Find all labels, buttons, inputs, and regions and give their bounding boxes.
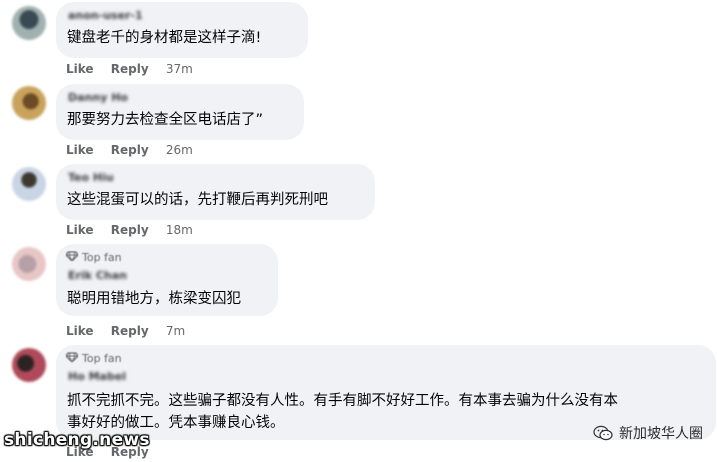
reply-button[interactable]: Reply — [111, 62, 149, 76]
comment-actions: Like Reply 7m — [66, 324, 198, 338]
top-fan-badge: Top fan — [65, 251, 122, 264]
comment-bubble: Top fan Erik Chan 聪明用错地方，栋梁变囚犯 — [56, 244, 278, 316]
comment-author[interactable]: anon-user-1 — [68, 9, 143, 22]
avatar[interactable] — [12, 167, 46, 201]
badge-label: Top fan — [82, 352, 122, 365]
avatar[interactable] — [12, 6, 46, 40]
comment-actions: Like Reply 37m — [66, 62, 206, 76]
like-button[interactable]: Like — [66, 324, 94, 338]
top-fan-badge: Top fan — [65, 352, 122, 365]
comment-actions: Like Reply 26m — [66, 143, 206, 157]
comment-text: 聪明用错地方，栋梁变囚犯 — [67, 291, 241, 307]
comments-page: anon-user-1 键盘老千的身材都是这样子滴! Like Reply 37… — [0, 0, 717, 462]
avatar[interactable] — [12, 348, 46, 382]
comment-author[interactable]: Danny Ho — [68, 91, 128, 104]
reply-button[interactable]: Reply — [111, 223, 149, 237]
comment-text: 这些混蛋可以的话，先打鞭后再判死刑吧 — [67, 192, 328, 208]
comment-timestamp[interactable]: 26m — [166, 143, 193, 157]
diamond-icon — [65, 352, 79, 365]
diamond-icon — [65, 251, 79, 264]
like-button[interactable]: Like — [66, 223, 94, 237]
comment-timestamp[interactable]: 7m — [166, 324, 185, 338]
like-button[interactable]: Like — [66, 62, 94, 76]
comment-bubble: Teo Hiu 这些混蛋可以的话，先打鞭后再判死刑吧 — [56, 164, 375, 220]
comment-timestamp[interactable]: 37m — [166, 62, 193, 76]
comment-text: 键盘老千的身材都是这样子滴! — [67, 30, 262, 46]
comment-timestamp[interactable]: 18m — [166, 223, 193, 237]
reply-button[interactable]: Reply — [111, 143, 149, 157]
badge-label: Top fan — [82, 251, 122, 264]
avatar[interactable] — [12, 247, 46, 281]
site-watermark: shicheng.news — [4, 430, 150, 450]
wechat-icon — [593, 425, 613, 441]
comment-author[interactable]: Teo Hiu — [68, 171, 114, 184]
comment-actions: Like Reply 18m — [66, 223, 206, 237]
comment-author[interactable]: Ho Mabel — [68, 370, 126, 383]
avatar[interactable] — [12, 86, 46, 120]
comment-text-line-1: 抓不完抓不完。这些骗子都没有人性。有手有脚不好好工作。有本事去骗为什么没有本 — [67, 393, 618, 409]
account-name: 新加坡华人圈 — [619, 426, 703, 442]
comment-text: 那要努力去检查全区电话店了” — [67, 112, 264, 128]
comment-bubble: Danny Ho 那要努力去检查全区电话店了” — [56, 84, 304, 140]
reply-button[interactable]: Reply — [111, 324, 149, 338]
comment-bubble: anon-user-1 键盘老千的身材都是这样子滴! — [56, 2, 308, 58]
comment-author[interactable]: Erik Chan — [68, 269, 127, 282]
like-button[interactable]: Like — [66, 143, 94, 157]
account-watermark: 新加坡华人圈 — [593, 423, 703, 443]
